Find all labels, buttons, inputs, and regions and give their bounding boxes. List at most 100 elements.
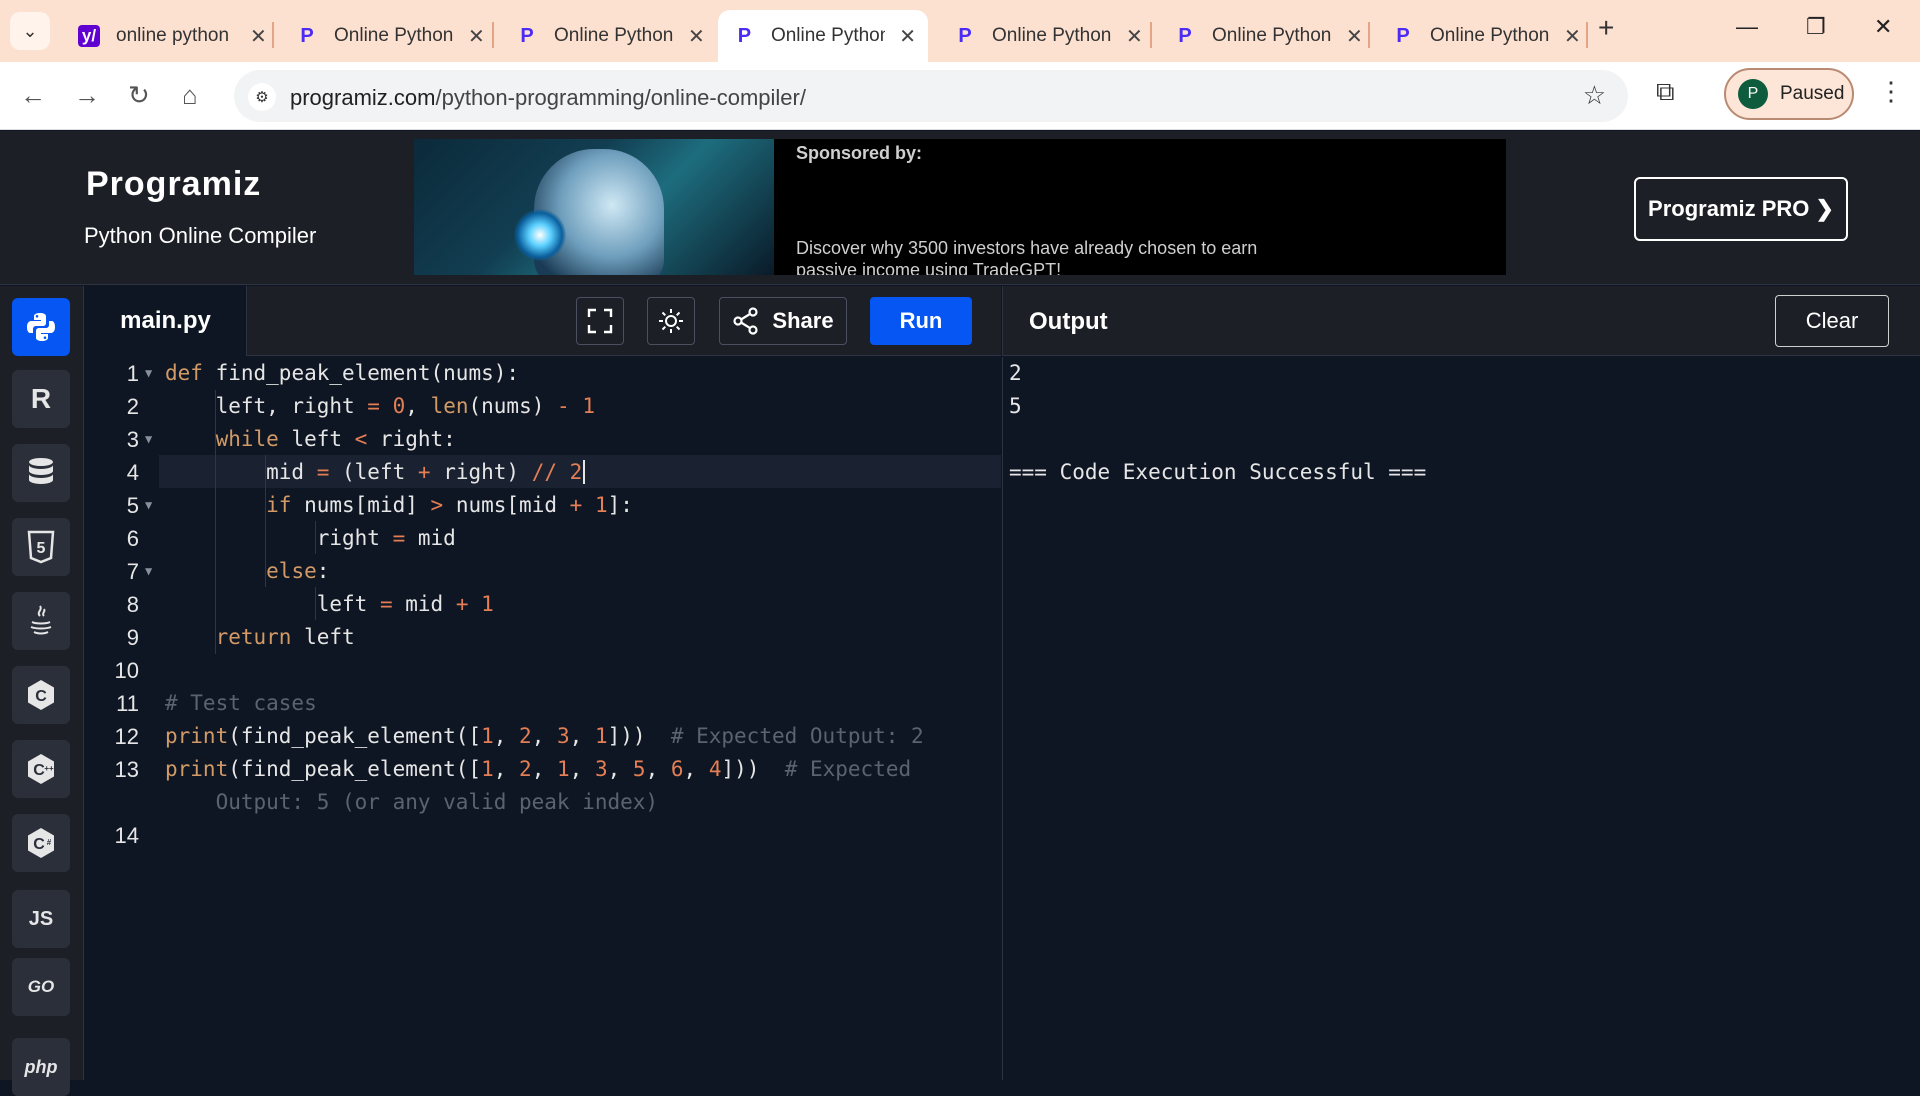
close-icon[interactable]: ✕	[899, 24, 916, 49]
programiz-logo[interactable]: Programiz	[86, 165, 261, 204]
code-text: if nums[mid] > nums[mid + 1]:	[266, 493, 633, 517]
line-number: 7	[126, 559, 139, 584]
line-number: 8	[126, 592, 139, 617]
close-icon[interactable]: ✕	[1126, 24, 1143, 49]
browser-tab-1[interactable]: y/ online python ✕	[62, 10, 279, 62]
extensions-puzzle-icon[interactable]: ⧉	[1656, 76, 1675, 108]
browser-tab-2[interactable]: P Online Python ✕	[280, 10, 497, 62]
forward-arrow-icon[interactable]: →	[74, 80, 100, 111]
ad-sponsor-label: Sponsored by:	[796, 143, 923, 163]
tab-search-button[interactable]: ⌄	[10, 12, 50, 50]
programiz-icon: P	[1396, 24, 1410, 47]
browser-toolbar: ← → ↻ ⌂ ⚙ programiz.com/python-programmi…	[0, 62, 1920, 130]
new-tab-icon[interactable]: +	[1598, 12, 1614, 44]
java-cup-icon	[30, 605, 52, 635]
lang-cpp[interactable]: C ++	[12, 740, 70, 798]
tab-title: online python	[116, 25, 230, 46]
fold-arrow-icon[interactable]: ▼	[145, 423, 152, 456]
line-number: 4	[126, 460, 139, 485]
output-status-line: === Code Execution Successful ===	[1009, 460, 1427, 484]
lang-javascript[interactable]: JS	[12, 890, 70, 948]
line-number: 14	[114, 823, 139, 848]
code-text: else:	[266, 559, 330, 583]
close-icon[interactable]: ✕	[1346, 24, 1363, 49]
url-path: /python-programming/online-compiler/	[435, 85, 806, 110]
c-label: C	[35, 688, 47, 705]
avatar: P	[1738, 79, 1768, 109]
fold-arrow-icon[interactable]: ▼	[145, 555, 152, 588]
lang-sql[interactable]	[12, 444, 70, 502]
chevron-down-icon: ⌄	[22, 20, 38, 41]
database-icon	[29, 458, 53, 484]
programiz-pro-button[interactable]: Programiz PRO ❯	[1634, 177, 1848, 241]
window-close-icon[interactable]: ✕	[1874, 14, 1892, 40]
code-text: mid = (left + right) // 2	[165, 456, 586, 489]
r-icon: R	[30, 383, 52, 414]
bookmark-star-icon[interactable]: ☆	[1583, 80, 1606, 111]
browser-tab-7[interactable]: P Online Python ✕	[1376, 10, 1593, 62]
lang-html[interactable]: 5	[12, 518, 70, 576]
tab-title: Online Python	[992, 25, 1112, 46]
code-text: left, right = 0, len(nums) - 1	[165, 394, 595, 418]
home-icon[interactable]: ⌂	[182, 80, 198, 111]
code-text: print(find_peak_element([1, 2, 3, 1])) #…	[165, 724, 924, 748]
lang-r[interactable]: R	[12, 370, 70, 428]
reload-icon[interactable]: ↻	[128, 80, 150, 111]
fold-arrow-icon[interactable]: ▼	[145, 357, 152, 390]
lang-go[interactable]: GO	[12, 958, 70, 1016]
tab-title: Online Python	[1212, 25, 1332, 46]
html5-icon: 5	[27, 530, 55, 564]
browser-tab-5[interactable]: P Online Python ✕	[938, 10, 1155, 62]
line-number: 2	[126, 394, 139, 419]
lang-java[interactable]	[12, 592, 70, 650]
lang-c[interactable]: C	[12, 666, 70, 724]
sponsored-ad[interactable]: Sponsored by: Discover why 3500 investor…	[414, 139, 1506, 275]
tab-divider	[1368, 22, 1370, 48]
fold-arrow-icon[interactable]: ▼	[145, 489, 152, 522]
close-icon[interactable]: ✕	[1564, 24, 1581, 49]
site-info-icon[interactable]: ⚙	[248, 83, 276, 111]
clear-button[interactable]: Clear	[1775, 295, 1889, 347]
programiz-icon: P	[737, 24, 752, 47]
robot-eye-graphic	[514, 209, 566, 261]
url-text[interactable]: programiz.com/python-programming/online-…	[290, 85, 806, 111]
restore-icon[interactable]: ❐	[1806, 14, 1826, 40]
profile-button[interactable]: P Paused	[1724, 68, 1854, 120]
lang-php[interactable]: php	[12, 1038, 70, 1096]
browser-tab-strip: ⌄ y/ online python ✕ P Online Python ✕ P…	[0, 0, 1920, 62]
code-text: left = mid + 1	[165, 592, 494, 616]
code-text: return left	[215, 625, 355, 649]
ad-image[interactable]	[414, 139, 774, 275]
svg-text:++: ++	[44, 764, 54, 773]
ad-text[interactable]: Discover why 3500 investors have already…	[796, 237, 1316, 275]
address-bar[interactable]: ⚙ programiz.com/python-programming/onlin…	[234, 70, 1628, 122]
share-button[interactable]: Share	[719, 297, 847, 345]
browser-tab-6[interactable]: P Online Python ✕	[1158, 10, 1375, 62]
editor-toolbar: main.py Share Run	[85, 286, 1001, 356]
file-tab-main[interactable]: main.py	[85, 286, 247, 356]
browser-menu-icon[interactable]: ⋮	[1878, 76, 1904, 107]
back-arrow-icon[interactable]: ←	[20, 80, 46, 111]
line-number: 10	[114, 658, 139, 683]
close-icon[interactable]: ✕	[688, 24, 705, 49]
theme-toggle-button[interactable]	[647, 297, 695, 345]
share-icon	[733, 307, 759, 335]
code-editor[interactable]: 1 ▼ def find_peak_element(nums): 2 left, r…	[85, 357, 1001, 1080]
url-domain: programiz.com	[290, 85, 436, 110]
python-icon	[27, 313, 55, 341]
line-number: 1	[126, 361, 139, 386]
js-icon: JS	[28, 907, 54, 930]
lang-python[interactable]	[12, 298, 70, 356]
close-icon[interactable]: ✕	[250, 24, 267, 49]
browser-tab-3[interactable]: P Online Python ✕	[500, 10, 717, 62]
lang-csharp[interactable]: C #	[12, 814, 70, 872]
output-console[interactable]: 2 5 === Code Execution Successful ===	[1002, 357, 1920, 1080]
browser-tab-4-active[interactable]: P Online Python ✕	[718, 10, 928, 62]
tab-title: Online Python	[334, 25, 454, 46]
minimize-icon[interactable]: —	[1736, 14, 1758, 40]
run-button[interactable]: Run	[870, 297, 972, 345]
close-icon[interactable]: ✕	[468, 24, 485, 49]
fullscreen-button[interactable]	[576, 297, 624, 345]
line-number: 6	[126, 526, 139, 551]
programiz-icon: P	[958, 24, 972, 47]
